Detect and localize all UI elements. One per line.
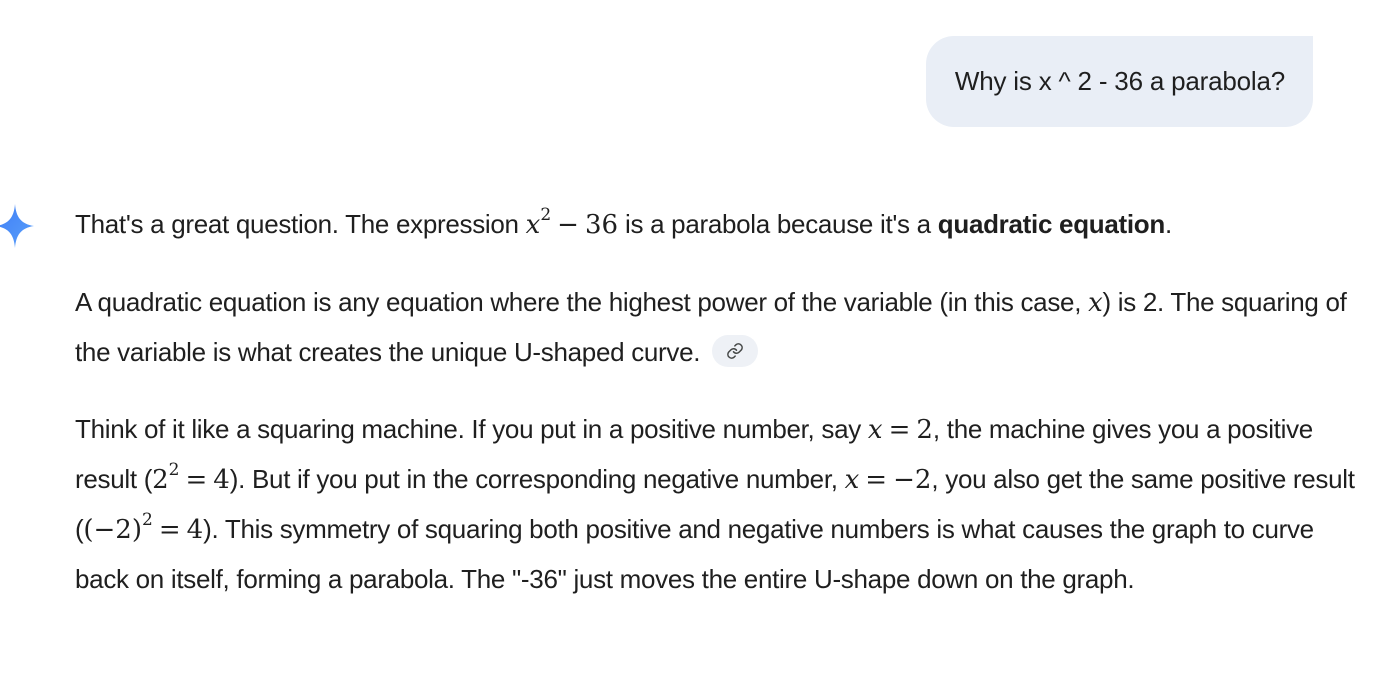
- text-span: ). This symmetry of squaring both positi…: [75, 514, 1314, 594]
- math-operator: −: [557, 210, 579, 240]
- response-paragraph-1: That's a great question. The expression …: [75, 200, 1365, 250]
- math-exponent: 2: [540, 205, 552, 226]
- math-var: x: [867, 415, 883, 445]
- text-span: ). But if you put in the corresponding n…: [229, 464, 845, 494]
- response-paragraph-3: Think of it like a squaring machine. If …: [75, 405, 1365, 604]
- math-expression: x2−36: [525, 207, 619, 240]
- math-operator: =: [158, 515, 181, 545]
- math-expression: x = 2: [868, 415, 933, 445]
- gemini-sparkle-icon: [0, 204, 34, 248]
- source-link-chip[interactable]: [712, 335, 759, 368]
- user-message-text: Why is x ^ 2 - 36 a parabola?: [954, 66, 1285, 96]
- text-span: is a parabola because it's a: [618, 209, 938, 239]
- math-number: 2: [916, 415, 933, 445]
- math-number: (−2): [83, 515, 142, 545]
- math-operator: =: [185, 465, 208, 495]
- text-span: .: [1164, 209, 1172, 239]
- math-expression: 22 = 4: [152, 462, 230, 495]
- math-number: 4: [213, 465, 230, 495]
- math-operator: =: [888, 415, 911, 445]
- math-var: x: [525, 210, 541, 240]
- math-number: −2: [893, 465, 932, 495]
- response-paragraph-2: A quadratic equation is any equation whe…: [75, 278, 1365, 377]
- bold-text: quadratic equation: [937, 209, 1165, 239]
- text-span: A quadratic equation is any equation whe…: [75, 287, 1089, 317]
- math-operator: =: [865, 465, 888, 495]
- math-var: x: [1088, 288, 1103, 318]
- user-message-bubble: Why is x ^ 2 - 36 a parabola?: [925, 36, 1313, 127]
- math-expression: (−2)2 = 4: [83, 512, 204, 545]
- link-icon: [727, 343, 744, 359]
- math-expression: x = −2: [845, 465, 932, 495]
- math-var: x: [844, 465, 860, 495]
- text-span: That's a great question. The expression: [75, 209, 526, 239]
- math-number: 4: [186, 515, 204, 545]
- math-exponent: 2: [141, 510, 153, 531]
- math-exponent: 2: [168, 460, 180, 481]
- text-span: Think of it like a squaring machine. If …: [75, 414, 868, 444]
- assistant-response: That's a great question. The expression …: [75, 200, 1365, 604]
- math-number: 36: [584, 210, 619, 240]
- math-number: 2: [152, 465, 169, 495]
